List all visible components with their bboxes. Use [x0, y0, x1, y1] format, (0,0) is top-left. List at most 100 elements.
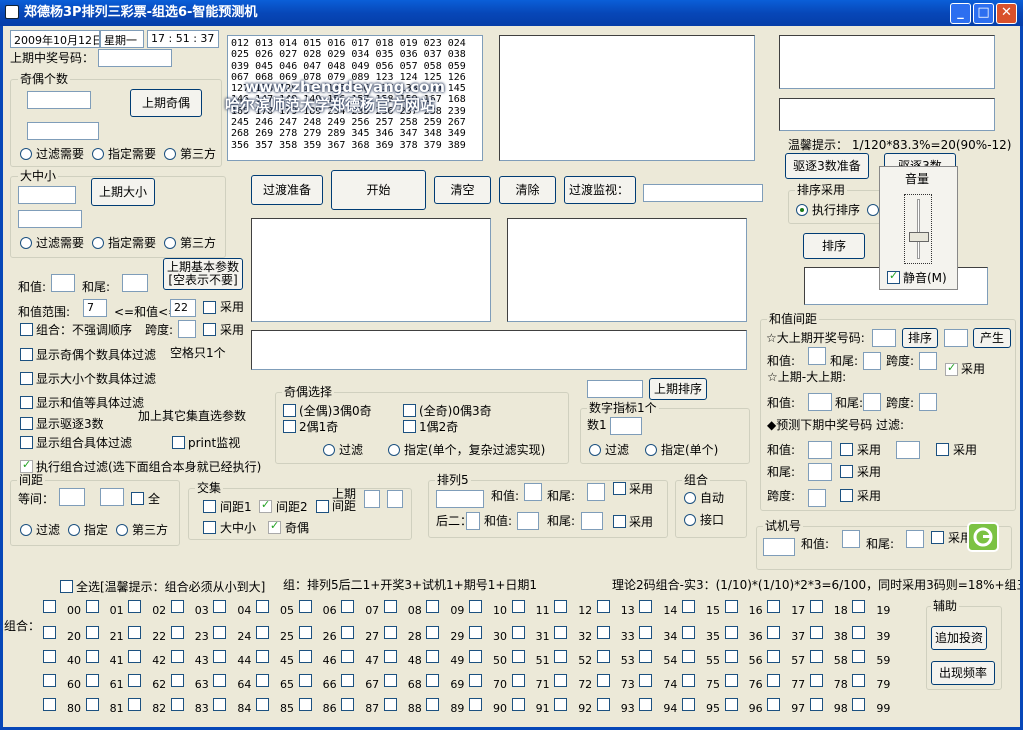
si-sum-input[interactable]	[808, 347, 826, 365]
lottery-app-icon[interactable]	[5, 5, 19, 19]
combo-79-checkbox[interactable]	[852, 674, 866, 687]
big-prev-input[interactable]	[872, 329, 896, 347]
all-odd-checkbox[interactable]	[403, 404, 416, 417]
oddeven-cross-checkbox[interactable]	[268, 519, 281, 534]
combo-67-checkbox[interactable]	[341, 674, 355, 687]
combo-33-checkbox[interactable]	[596, 626, 610, 639]
show-sum-checkbox[interactable]	[20, 396, 33, 409]
output-box-5[interactable]	[507, 218, 747, 322]
show-size-checkbox[interactable]	[20, 372, 33, 385]
prev-interval-checkbox[interactable]	[316, 500, 329, 513]
combo-36-checkbox[interactable]	[724, 626, 738, 639]
size-assign-radio[interactable]	[92, 237, 104, 249]
combo-80-checkbox[interactable]	[43, 698, 56, 711]
output-box-1[interactable]	[499, 35, 755, 161]
combo-21-checkbox[interactable]	[85, 626, 99, 639]
refresh-g-icon[interactable]	[967, 522, 999, 552]
select-all-checkbox[interactable]	[60, 580, 73, 593]
interval-third-radio[interactable]	[116, 524, 128, 536]
combo-92-checkbox[interactable]	[554, 698, 568, 711]
combo-69-checkbox[interactable]	[426, 674, 440, 687]
combo-port-radio[interactable]	[684, 514, 696, 526]
combo-84-checkbox[interactable]	[213, 698, 227, 711]
combo-50-checkbox[interactable]	[469, 650, 482, 663]
minimize-button[interactable]: _	[950, 3, 971, 24]
back2-tail-input[interactable]	[581, 512, 603, 530]
combo-95-checkbox[interactable]	[682, 698, 695, 711]
volume-slider[interactable]	[904, 194, 932, 264]
print-checkbox[interactable]	[172, 436, 185, 449]
combo-43-checkbox[interactable]	[170, 650, 184, 663]
size-filter-radio[interactable]	[20, 237, 32, 249]
span-input[interactable]	[178, 320, 196, 338]
combo-97-checkbox[interactable]	[767, 698, 781, 711]
combo-59-checkbox[interactable]	[852, 650, 866, 663]
combo-88-checkbox[interactable]	[383, 698, 397, 711]
combo-49-checkbox[interactable]	[426, 650, 440, 663]
combo-auto-radio[interactable]	[684, 492, 696, 504]
prev-odd-even-button[interactable]: 上期奇偶	[130, 89, 202, 117]
combo-74-checkbox[interactable]	[639, 674, 653, 687]
combo-41-checkbox[interactable]	[85, 650, 99, 663]
si-tail-input[interactable]	[863, 352, 881, 370]
combo-28-checkbox[interactable]	[383, 626, 397, 639]
exec-combo-checkbox[interactable]	[20, 458, 33, 473]
combo-66-checkbox[interactable]	[298, 674, 312, 687]
combo-76-checkbox[interactable]	[724, 674, 738, 687]
even-count-input[interactable]	[27, 122, 99, 140]
sum-range-from[interactable]: 7	[83, 299, 107, 317]
combo-25-checkbox[interactable]	[256, 626, 269, 639]
clear-button[interactable]: 清空	[434, 176, 491, 204]
combo-24-checkbox[interactable]	[213, 626, 227, 639]
output-box-2[interactable]	[779, 35, 995, 89]
odd-select-filter-radio[interactable]	[323, 444, 335, 456]
combo-72-checkbox[interactable]	[554, 674, 568, 687]
combo-06-checkbox[interactable]	[298, 600, 312, 613]
combo-54-checkbox[interactable]	[639, 650, 653, 663]
combo-20-checkbox[interactable]	[43, 626, 56, 639]
monitor-button[interactable]: 过渡监视：	[564, 176, 636, 204]
trial-tail-input[interactable]	[906, 530, 924, 548]
monitor-input[interactable]	[643, 184, 763, 202]
back2-use-checkbox[interactable]	[613, 515, 626, 528]
mute-checkbox[interactable]	[887, 269, 900, 284]
combo-85-checkbox[interactable]	[256, 698, 269, 711]
combo-94-checkbox[interactable]	[639, 698, 653, 711]
combo-27-checkbox[interactable]	[341, 626, 355, 639]
combo-53-checkbox[interactable]	[596, 650, 610, 663]
combo-96-checkbox[interactable]	[724, 698, 738, 711]
si-tail-input-b[interactable]	[863, 393, 881, 411]
combo-22-checkbox[interactable]	[128, 626, 142, 639]
combo-35-checkbox[interactable]	[682, 626, 695, 639]
combo-07-checkbox[interactable]	[341, 600, 355, 613]
odd-count-input[interactable]	[27, 91, 91, 109]
combo-64-checkbox[interactable]	[213, 674, 227, 687]
show-odd-checkbox[interactable]	[20, 348, 33, 361]
combo-01-checkbox[interactable]	[85, 600, 99, 613]
combo-93-checkbox[interactable]	[596, 698, 610, 711]
combo-04-checkbox[interactable]	[213, 600, 227, 613]
odd-third-radio[interactable]	[164, 148, 176, 160]
sort-button[interactable]: 排序	[803, 233, 865, 259]
combo-55-checkbox[interactable]	[682, 650, 695, 663]
title-bar[interactable]: 郑德杨3P排列三彩票-组选6-智能预测机	[0, 0, 1023, 26]
produce-button[interactable]: 产生	[973, 328, 1011, 348]
predict-span-input[interactable]	[808, 489, 826, 507]
p5-sum-input[interactable]	[524, 483, 542, 501]
p5-use-checkbox[interactable]	[613, 482, 626, 495]
intersect-input-1[interactable]	[364, 490, 380, 508]
combo-75-checkbox[interactable]	[682, 674, 695, 687]
si-use-checkbox[interactable]	[945, 361, 958, 376]
si-sort-button[interactable]: 排序	[902, 328, 938, 348]
combo-68-checkbox[interactable]	[383, 674, 397, 687]
all-even-checkbox[interactable]	[283, 404, 296, 417]
si-span-input[interactable]	[919, 352, 937, 370]
predict-tail-input[interactable]	[808, 463, 832, 481]
combo-71-checkbox[interactable]	[511, 674, 525, 687]
combo-82-checkbox[interactable]	[128, 698, 142, 711]
sort-alt-radio[interactable]	[867, 204, 879, 216]
combo-70-checkbox[interactable]	[469, 674, 482, 687]
prev-size-button[interactable]: 上期大小	[91, 178, 155, 206]
prep-button[interactable]: 过渡准备	[251, 175, 323, 205]
remove-button[interactable]: 清除	[499, 176, 556, 204]
